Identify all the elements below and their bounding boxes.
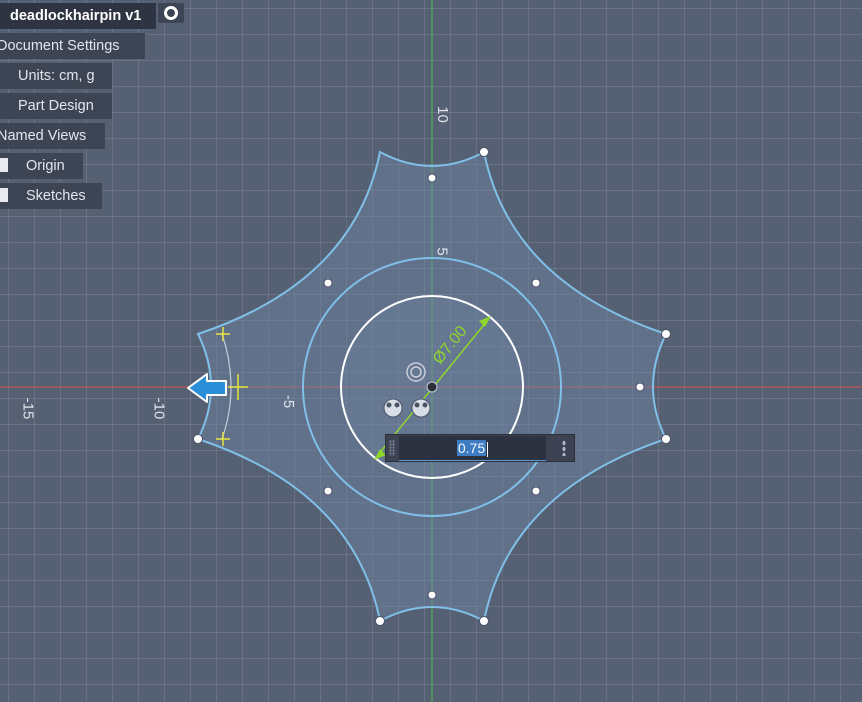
- dimension-input-box[interactable]: 0.75: [385, 434, 575, 462]
- document-title-node[interactable]: deadlockhairpin v1: [0, 3, 156, 29]
- browser-item-label: Document Settings: [0, 38, 120, 54]
- dimension-value-input[interactable]: 0.75: [399, 436, 546, 461]
- browser-item-named-views[interactable]: Named Views: [0, 123, 105, 149]
- y-tick-label: 10: [433, 106, 451, 123]
- browser-item-units[interactable]: Units: cm, g: [0, 63, 112, 89]
- browser-item-label: Units: cm, g: [18, 68, 95, 84]
- browser-item-sketches[interactable]: Sketches: [0, 183, 102, 209]
- dimension-value: 0.75: [456, 440, 487, 456]
- x-tick-label: -10: [150, 397, 168, 420]
- text-caret: [487, 441, 489, 457]
- x-tick-label: -15: [19, 397, 37, 420]
- browser-item-label: Sketches: [26, 188, 86, 204]
- sketch-canvas[interactable]: Ø7.00: [0, 0, 862, 702]
- grip-icon[interactable]: [389, 440, 395, 456]
- browser-item-origin[interactable]: Origin: [0, 153, 83, 179]
- y-tick-label: 5: [433, 247, 451, 256]
- browser-item-document-settings[interactable]: Document Settings: [0, 33, 145, 59]
- browser-item-label: Origin: [26, 158, 65, 174]
- visibility-toggle-icon[interactable]: [0, 188, 8, 203]
- browser-item-label: Part Design: [18, 98, 94, 114]
- more-options-icon[interactable]: [562, 440, 566, 456]
- browser-item-label: Named Views: [0, 128, 87, 144]
- radio-target-icon[interactable]: [158, 3, 184, 23]
- x-tick-label: -5: [280, 394, 298, 409]
- browser-item-part-design[interactable]: Part Design: [0, 93, 112, 119]
- visibility-toggle-icon[interactable]: [0, 158, 8, 173]
- document-title: deadlockhairpin v1: [10, 8, 142, 24]
